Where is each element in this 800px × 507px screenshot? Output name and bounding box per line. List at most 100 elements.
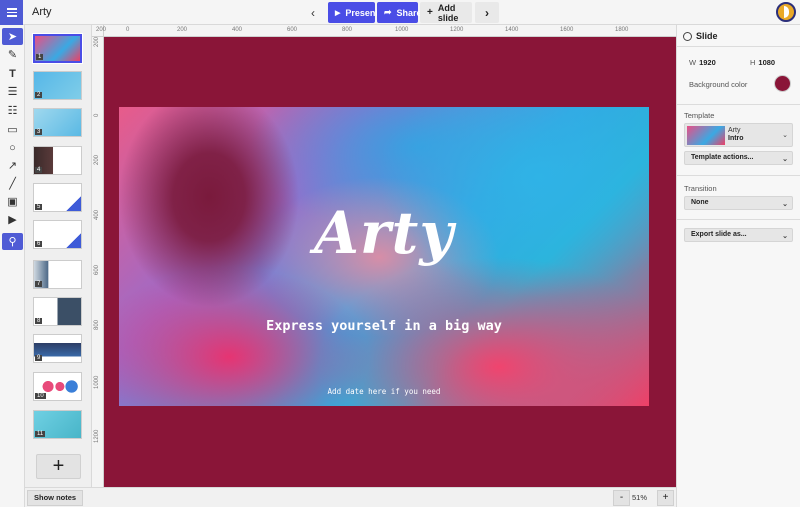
share-arrow-icon: ➦	[384, 7, 392, 17]
slide-title[interactable]: Arty	[119, 199, 649, 267]
ruler-tick: 1200	[94, 429, 100, 443]
slide-subtitle[interactable]: Express yourself in a big way	[119, 318, 649, 334]
slide-number: 10	[35, 393, 46, 399]
slide-thumbnail[interactable]: 8	[33, 297, 82, 326]
previous-slide-button[interactable]: ‹	[303, 3, 323, 22]
slide-thumbnail[interactable]: 1	[32, 33, 83, 64]
plus-icon: +	[52, 455, 65, 477]
bullet-list-icon[interactable]: ☷	[2, 102, 23, 119]
slide-thumbnail[interactable]: 3	[33, 108, 82, 137]
panel-heading-label: Slide	[696, 31, 718, 41]
chevron-down-icon: ⌄	[782, 233, 788, 240]
template-actions-label: Template actions...	[691, 154, 754, 161]
ruler-tick: 400	[232, 27, 243, 33]
slide-thumbnail[interactable]: 7	[33, 260, 82, 289]
export-slide-label: Export slide as...	[691, 231, 747, 238]
ruler-tick: 600	[94, 264, 100, 275]
background-color-swatch[interactable]	[774, 75, 791, 92]
select-arrow-icon[interactable]: ➤	[2, 28, 23, 45]
avatar[interactable]	[776, 2, 796, 22]
properties-panel: Slide W 1920 H 1080 Background color Templ…	[676, 25, 800, 507]
slide-number: 6	[35, 241, 43, 247]
tool-sidebar: ➤ ✎ T ☰ ☷ ▭ ○ ↗ ╱ ▣ ▶ ⚲	[0, 25, 25, 507]
canvas-area: 200 0 200 400 600 800 1000 1200 1400 160…	[92, 25, 676, 487]
width-label: W	[689, 58, 697, 67]
plus-icon: +	[427, 7, 433, 18]
chevron-down-icon: ⌄	[782, 156, 788, 163]
add-slide-button[interactable]: + Add slide	[420, 2, 472, 23]
gear-icon	[683, 31, 692, 41]
template-layout: Intro	[728, 135, 744, 142]
slide-thumbnail[interactable]: 6	[33, 220, 82, 249]
panel-heading: Slide	[683, 31, 718, 41]
slide-number: 4	[35, 167, 43, 173]
ruler-tick: 200	[96, 27, 107, 33]
zoom-out-button[interactable]: -	[613, 490, 630, 506]
chevron-down-icon: ⌄	[782, 132, 788, 139]
zoom-in-button[interactable]: +	[657, 490, 674, 506]
ruler-tick: 1000	[94, 375, 100, 389]
document-title[interactable]: Arty	[32, 6, 52, 18]
arrow-icon[interactable]: ↗	[2, 157, 23, 174]
ellipse-icon[interactable]: ○	[2, 139, 23, 156]
divider	[677, 46, 800, 47]
line-icon[interactable]: ╱	[2, 175, 23, 192]
height-value: 1080	[758, 58, 776, 67]
chevron-right-icon: ›	[485, 5, 489, 20]
divider	[677, 219, 800, 220]
ruler-tick: 800	[94, 319, 100, 330]
slide-thumbnail[interactable]: 10	[33, 372, 82, 401]
ruler-tick: 1800	[615, 27, 629, 33]
slide-number: 3	[35, 129, 43, 135]
search-icon[interactable]: ⚲	[2, 233, 23, 250]
chevron-left-icon: ‹	[311, 5, 315, 20]
numbered-list-icon[interactable]: ☰	[2, 83, 23, 100]
slide-thumbnail[interactable]: 11	[33, 410, 82, 439]
slide-thumbnail[interactable]: 9	[33, 334, 82, 363]
top-bar: Arty ‹ ▶ Present ➦ Share + Add slide ›	[0, 0, 800, 25]
rectangle-icon[interactable]: ▭	[2, 121, 23, 138]
slide-number: 7	[35, 281, 43, 287]
slide-thumbnail[interactable]: 2	[33, 71, 82, 100]
share-button[interactable]: ➦ Share	[377, 2, 422, 23]
export-slide-dropdown[interactable]: Export slide as... ⌄	[684, 228, 793, 242]
pen-icon[interactable]: ✎	[2, 46, 23, 63]
transition-value: None	[691, 199, 709, 206]
text-icon[interactable]: T	[2, 65, 23, 82]
show-notes-button[interactable]: Show notes	[27, 490, 84, 506]
image-icon[interactable]: ▣	[2, 193, 23, 210]
slide-thumbnail[interactable]: 5	[33, 183, 82, 212]
play-icon: ▶	[335, 9, 341, 17]
ruler-tick: 0	[126, 27, 130, 33]
template-label: Template	[684, 111, 715, 120]
template-selector[interactable]: Arty Intro ⌄	[684, 123, 793, 147]
slide-thumbnails-panel: 1 2 3 4 5 6 7 8 9 10 11 +	[25, 25, 92, 487]
add-slide-label: Add slide	[437, 2, 459, 23]
ruler-tick: 200	[177, 27, 188, 33]
menu-icon[interactable]	[0, 0, 23, 25]
template-thumbnail	[687, 126, 725, 145]
next-slide-button[interactable]: ›	[475, 2, 499, 23]
transition-dropdown[interactable]: None ⌄	[684, 196, 793, 210]
ruler-tick: 200	[94, 154, 100, 165]
ruler-tick: 0	[94, 113, 100, 117]
slide-thumbnail[interactable]: 4	[33, 146, 82, 175]
template-actions-dropdown[interactable]: Template actions... ⌄	[684, 151, 793, 165]
transition-label: Transition	[684, 184, 717, 193]
width-value: 1920	[699, 58, 716, 67]
add-slide-thumbnail-button[interactable]: +	[36, 454, 81, 479]
video-icon[interactable]: ▶	[2, 211, 23, 228]
zoom-level: 51%	[632, 493, 648, 502]
width-field[interactable]: W 1920	[689, 58, 716, 67]
present-button[interactable]: ▶ Present	[328, 2, 378, 23]
height-label: H	[750, 58, 756, 67]
slide-canvas[interactable]: Arty Express yourself in a big way Add d…	[119, 107, 649, 406]
divider	[677, 175, 800, 176]
slide-stage: Arty Express yourself in a big way Add d…	[104, 37, 676, 487]
height-field[interactable]: H 1080	[750, 58, 775, 67]
ruler-tick: 800	[342, 27, 353, 33]
ruler-tick: 1600	[560, 27, 574, 33]
vertical-ruler: 200 0 200 400 600 800 1000 1200	[92, 37, 104, 487]
ruler-tick: 1000	[395, 27, 409, 33]
slide-date-placeholder[interactable]: Add date here if you need	[119, 387, 649, 396]
